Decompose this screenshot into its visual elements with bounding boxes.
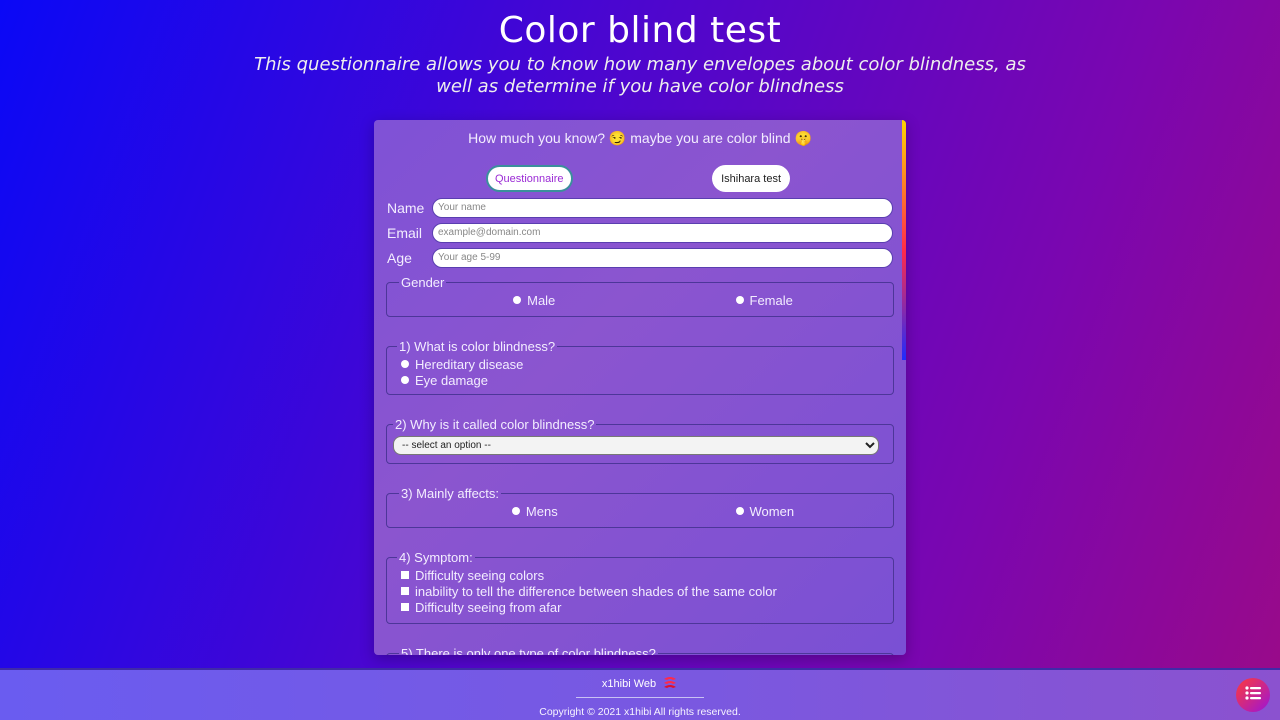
radio-icon[interactable] (511, 507, 520, 515)
list-menu-icon (1245, 685, 1261, 705)
question-1-legend: 1) What is color blindness? (399, 339, 556, 354)
test-tabs: Questionnaire Ishihara test (386, 146, 894, 192)
checkbox-icon[interactable] (401, 587, 409, 595)
question-3-legend: 3) Mainly affects: (401, 486, 500, 501)
footer-brand-name: x1hibi Web (601, 677, 657, 690)
footer-copyright: Copyright © 2021 x1hibi All rights reser… (539, 706, 741, 718)
question-4-fieldset: 4) Symptom: Difficulty seeing colors ina… (386, 550, 894, 624)
q3-option-1-label: Mens (525, 503, 558, 519)
q4-option-colors[interactable]: Difficulty seeing colors (401, 567, 883, 583)
q1-option-1-label: Hereditary disease (415, 356, 524, 372)
email-field[interactable] (432, 222, 893, 243)
q1-option-2-label: Eye damage (415, 372, 488, 388)
radio-icon[interactable] (513, 296, 522, 304)
q4-option-2-label: inability to tell the difference between… (415, 583, 777, 599)
gender-male-label: Male (527, 292, 556, 308)
q3-option-mens[interactable]: Mens (511, 503, 558, 519)
question-2-select[interactable]: -- select an option -- (393, 436, 879, 455)
gender-option-male[interactable]: Male (513, 292, 555, 308)
question-4-legend: 4) Symptom: (399, 550, 473, 565)
footer-brand: x1hibi Web (0, 670, 1280, 691)
email-row: Email (386, 222, 894, 243)
tab-questionnaire[interactable]: Questionnaire (486, 165, 573, 192)
question-2-legend: 2) Why is it called color blindness? (395, 417, 595, 432)
q1-option-eye-damage[interactable]: Eye damage (401, 372, 883, 388)
q4-option-3-label: Difficulty seeing from afar (415, 599, 562, 615)
name-field[interactable] (432, 197, 893, 218)
q4-option-afar[interactable]: Difficulty seeing from afar (401, 599, 883, 615)
name-label: Name (387, 199, 425, 216)
age-row: Age (386, 247, 894, 268)
page-footer: x1hibi Web Copyright © 2021 x1hibi All r… (0, 668, 1280, 720)
question-3-fieldset: 3) Mainly affects: Mens Women (386, 486, 894, 528)
q4-option-shades[interactable]: inability to tell the difference between… (401, 583, 883, 599)
brand-logo-icon (662, 676, 678, 691)
question-2-fieldset: 2) Why is it called color blindness? -- … (386, 417, 894, 464)
q3-option-women[interactable]: Women (735, 503, 795, 519)
card-tagline: How much you know? 😏 maybe you are color… (468, 130, 812, 146)
radio-icon[interactable] (401, 376, 409, 384)
page-header: Color blind test This questionnaire allo… (0, 0, 1280, 98)
menu-fab-button[interactable] (1236, 678, 1270, 712)
card-scrollbar[interactable] (902, 120, 906, 360)
q1-option-hereditary[interactable]: Hereditary disease (401, 356, 883, 372)
checkbox-icon[interactable] (401, 603, 409, 611)
q4-option-1-label: Difficulty seeing colors (415, 567, 545, 583)
gender-female-label: Female (749, 292, 793, 308)
radio-icon[interactable] (401, 360, 409, 368)
name-row: Name (386, 197, 894, 218)
radio-icon[interactable] (735, 296, 744, 304)
q3-option-2-label: Women (749, 503, 795, 519)
page-title: Color blind test (498, 10, 782, 51)
gender-legend: Gender (401, 275, 445, 290)
age-label: Age (387, 249, 412, 266)
question-1-fieldset: 1) What is color blindness? Hereditary d… (386, 339, 894, 395)
footer-divider (576, 697, 704, 698)
page-subtitle: This questionnaire allows you to know ho… (254, 54, 1026, 97)
email-label: Email (387, 224, 423, 241)
gender-option-female[interactable]: Female (735, 292, 793, 308)
age-field[interactable] (432, 247, 893, 268)
gender-fieldset: Gender Male Female (386, 275, 894, 317)
checkbox-icon[interactable] (401, 571, 409, 579)
tab-ishihara-test[interactable]: Ishihara test (712, 165, 790, 192)
question-5-fieldset: 5) There is only one type of color blind… (386, 646, 894, 655)
radio-icon[interactable] (735, 507, 744, 515)
question-5-legend: 5) There is only one type of color blind… (401, 646, 656, 655)
questionnaire-card: How much you know? 😏 maybe you are color… (374, 120, 906, 655)
